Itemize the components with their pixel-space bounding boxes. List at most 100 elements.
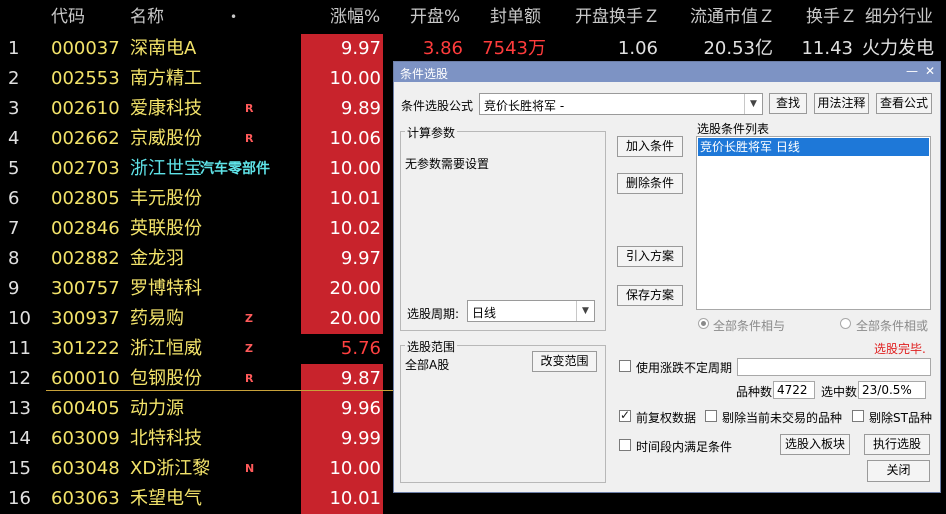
open-pct: 3.86 <box>422 38 463 59</box>
to-block-button[interactable]: 选股入板块 <box>780 434 850 455</box>
row-index: 10 <box>8 308 31 329</box>
row-index: 8 <box>8 248 20 269</box>
change-pct: 10.00 <box>301 454 383 484</box>
stock-name: 罗博特科 <box>130 278 202 299</box>
close-icon[interactable]: ✕ <box>923 64 937 78</box>
table-row[interactable]: 1 000037 深南电A 9.97 3.86 7543万 1.06 20.53亿 11.43 火… <box>0 34 946 64</box>
add-condition-button[interactable]: 加入条件 <box>617 136 683 157</box>
stock-name: 南方精工 <box>130 68 202 89</box>
time-condition-checkbox[interactable] <box>619 439 631 451</box>
formula-select[interactable]: 竞价长胜将军 - ▼ <box>479 93 763 115</box>
row-index: 1 <box>8 38 20 59</box>
stock-code: 301222 <box>51 338 120 359</box>
selection-divider <box>46 390 396 391</box>
change-pct: 10.00 <box>301 154 383 184</box>
turnover: 11.43 <box>801 38 853 59</box>
row-index: 12 <box>8 368 31 389</box>
row-index: 7 <box>8 218 20 239</box>
row-index: 4 <box>8 128 20 149</box>
calc-params-label: 计算参数 <box>405 124 458 141</box>
stock-code: 300937 <box>51 308 120 329</box>
minimize-icon[interactable]: — <box>905 64 919 78</box>
stock-code: 000037 <box>51 38 120 59</box>
header-turnover-open[interactable]: 开盘换手Ｚ <box>575 0 660 34</box>
radio-and-label: 全部条件相与 <box>713 319 786 333</box>
stock-name: 禾望电气 <box>130 488 202 509</box>
change-pct: 10.01 <box>301 484 383 514</box>
radio-or[interactable] <box>840 318 851 329</box>
close-button[interactable]: 关闭 <box>867 460 930 482</box>
chevron-down-icon[interactable]: ▼ <box>744 94 762 114</box>
row-index: 9 <box>8 278 20 299</box>
selected-value: 23/0.5% <box>858 381 926 399</box>
stock-code: 002553 <box>51 68 120 89</box>
change-pct: 20.00 <box>301 274 383 304</box>
header-name[interactable]: 名称 <box>130 0 164 34</box>
row-index: 5 <box>8 158 20 179</box>
header-open[interactable]: 开盘% <box>410 0 460 34</box>
header-dot: • <box>230 10 238 24</box>
change-pct: 9.97 <box>301 34 383 64</box>
condition-list[interactable]: 竞价长胜将军 日线 <box>696 136 931 310</box>
count-label: 品种数 <box>736 385 773 399</box>
adjusted-data-label: 前复权数据 <box>636 411 697 425</box>
period-select[interactable]: 日线 ▼ <box>467 300 595 322</box>
change-pct: 9.89 <box>301 94 383 124</box>
stock-tag: N <box>245 462 255 475</box>
adjusted-data-checkbox[interactable] <box>619 408 631 422</box>
change-pct: 9.99 <box>301 424 383 454</box>
save-scheme-button[interactable]: 保存方案 <box>617 285 683 306</box>
exclude-untraded-checkbox[interactable] <box>705 410 717 422</box>
stock-code: 002882 <box>51 248 120 269</box>
change-pct: 10.02 <box>301 214 383 244</box>
use-period-checkbox[interactable] <box>619 360 631 372</box>
header-float-cap[interactable]: 流通市值Ｚ <box>690 0 775 34</box>
formula-label: 条件选股公式 <box>401 99 474 113</box>
stock-name: 北特科技 <box>130 428 202 449</box>
stock-tag: R <box>245 132 254 145</box>
change-range-button[interactable]: 改变范围 <box>532 351 597 372</box>
seal-amount: 7543万 <box>482 38 546 59</box>
stock-name: 爱康科技 <box>130 98 202 119</box>
list-item[interactable]: 竞价长胜将军 日线 <box>698 138 929 156</box>
header-seal[interactable]: 封单额 <box>490 0 541 34</box>
stock-name: 丰元股份 <box>130 188 202 209</box>
header-code[interactable]: 代码 <box>51 0 85 34</box>
chevron-down-icon[interactable]: ▼ <box>576 301 594 321</box>
change-pct: 20.00 <box>301 304 383 334</box>
row-index: 3 <box>8 98 20 119</box>
stock-note: 汽车零部件 <box>200 161 270 177</box>
stock-code: 002662 <box>51 128 120 149</box>
stock-name: 英联股份 <box>130 218 202 239</box>
range-label: 选股范围 <box>405 338 458 355</box>
change-pct: 10.01 <box>301 184 383 214</box>
radio-and[interactable] <box>698 318 709 329</box>
header-pct[interactable]: 涨幅% <box>330 0 380 34</box>
exclude-st-checkbox[interactable] <box>852 410 864 422</box>
period-input[interactable] <box>737 358 931 376</box>
stock-code: 300757 <box>51 278 120 299</box>
import-scheme-button[interactable]: 引入方案 <box>617 246 683 267</box>
selected-label: 选中数 <box>821 385 858 399</box>
stock-tag: Z <box>245 312 253 325</box>
usage-button[interactable]: 用法注释 <box>814 93 869 114</box>
header-turnover[interactable]: 换手Ｚ <box>806 0 857 34</box>
dialog-title-bar[interactable]: 条件选股 — ✕ <box>394 62 940 82</box>
range-value: 全部A股 <box>405 358 450 372</box>
open-turnover: 1.06 <box>617 38 658 59</box>
row-index: 2 <box>8 68 20 89</box>
delete-condition-button[interactable]: 删除条件 <box>617 173 683 194</box>
status-text: 选股完毕. <box>874 342 926 356</box>
stock-code: 603048 <box>51 458 120 479</box>
find-button[interactable]: 查找 <box>769 93 807 114</box>
period-label: 选股周期: <box>407 307 460 321</box>
condition-select-dialog: 条件选股 — ✕ 条件选股公式 竞价长胜将军 - ▼ 查找 用法注释 查看公式 … <box>393 61 941 493</box>
no-params-text: 无参数需要设置 <box>405 157 490 171</box>
header-industry[interactable]: 细分行业 <box>865 0 933 34</box>
row-index: 6 <box>8 188 20 209</box>
stock-tag: Z <box>245 342 253 355</box>
stock-code: 603009 <box>51 428 120 449</box>
run-select-button[interactable]: 执行选股 <box>864 434 930 455</box>
view-formula-button[interactable]: 查看公式 <box>876 93 932 114</box>
radio-or-label: 全部条件相或 <box>856 319 929 333</box>
